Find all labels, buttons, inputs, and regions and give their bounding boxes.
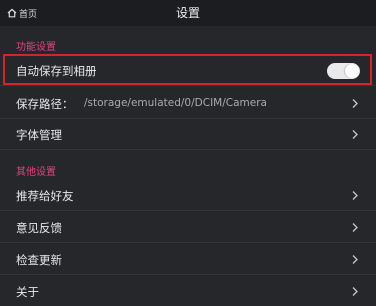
save-path-value: /storage/emulated/0/DCIM/Camera <box>84 97 267 109</box>
save-path-row[interactable]: 保存路径： /storage/emulated/0/DCIM/Camera <box>0 88 376 119</box>
auto-save-row[interactable]: 自动保存到相册 <box>0 55 376 86</box>
page-title: 设置 <box>175 6 200 20</box>
top-bar: 首页 设置 <box>0 0 376 26</box>
feedback-row[interactable]: 意见反馈 <box>0 212 376 243</box>
feedback-label: 意见反馈 <box>16 221 62 235</box>
chevron-right-icon <box>352 191 358 200</box>
check-update-row[interactable]: 检查更新 <box>0 244 376 275</box>
save-path-label: 保存路径： <box>16 97 74 111</box>
chevron-right-icon <box>352 287 358 296</box>
auto-save-toggle[interactable] <box>327 63 360 79</box>
about-row[interactable]: 关于 <box>0 276 376 306</box>
about-label: 关于 <box>16 285 39 299</box>
toggle-knob <box>345 64 359 78</box>
section-header-other: 其他设置 <box>16 167 56 178</box>
chevron-right-icon <box>352 130 358 139</box>
font-management-label: 字体管理 <box>16 128 62 142</box>
settings-screen: 首页 设置 功能设置 自动保存到相册 保存路径： /storage/emulat… <box>0 0 376 306</box>
font-management-row[interactable]: 字体管理 <box>0 119 376 150</box>
auto-save-label: 自动保存到相册 <box>16 64 97 78</box>
section-header-function: 功能设置 <box>16 42 56 53</box>
check-update-label: 检查更新 <box>16 253 62 267</box>
recommend-friends-row[interactable]: 推荐给好友 <box>0 180 376 211</box>
chevron-right-icon <box>352 99 358 108</box>
chevron-right-icon <box>352 255 358 264</box>
chevron-right-icon <box>352 223 358 232</box>
recommend-friends-label: 推荐给好友 <box>16 189 74 203</box>
